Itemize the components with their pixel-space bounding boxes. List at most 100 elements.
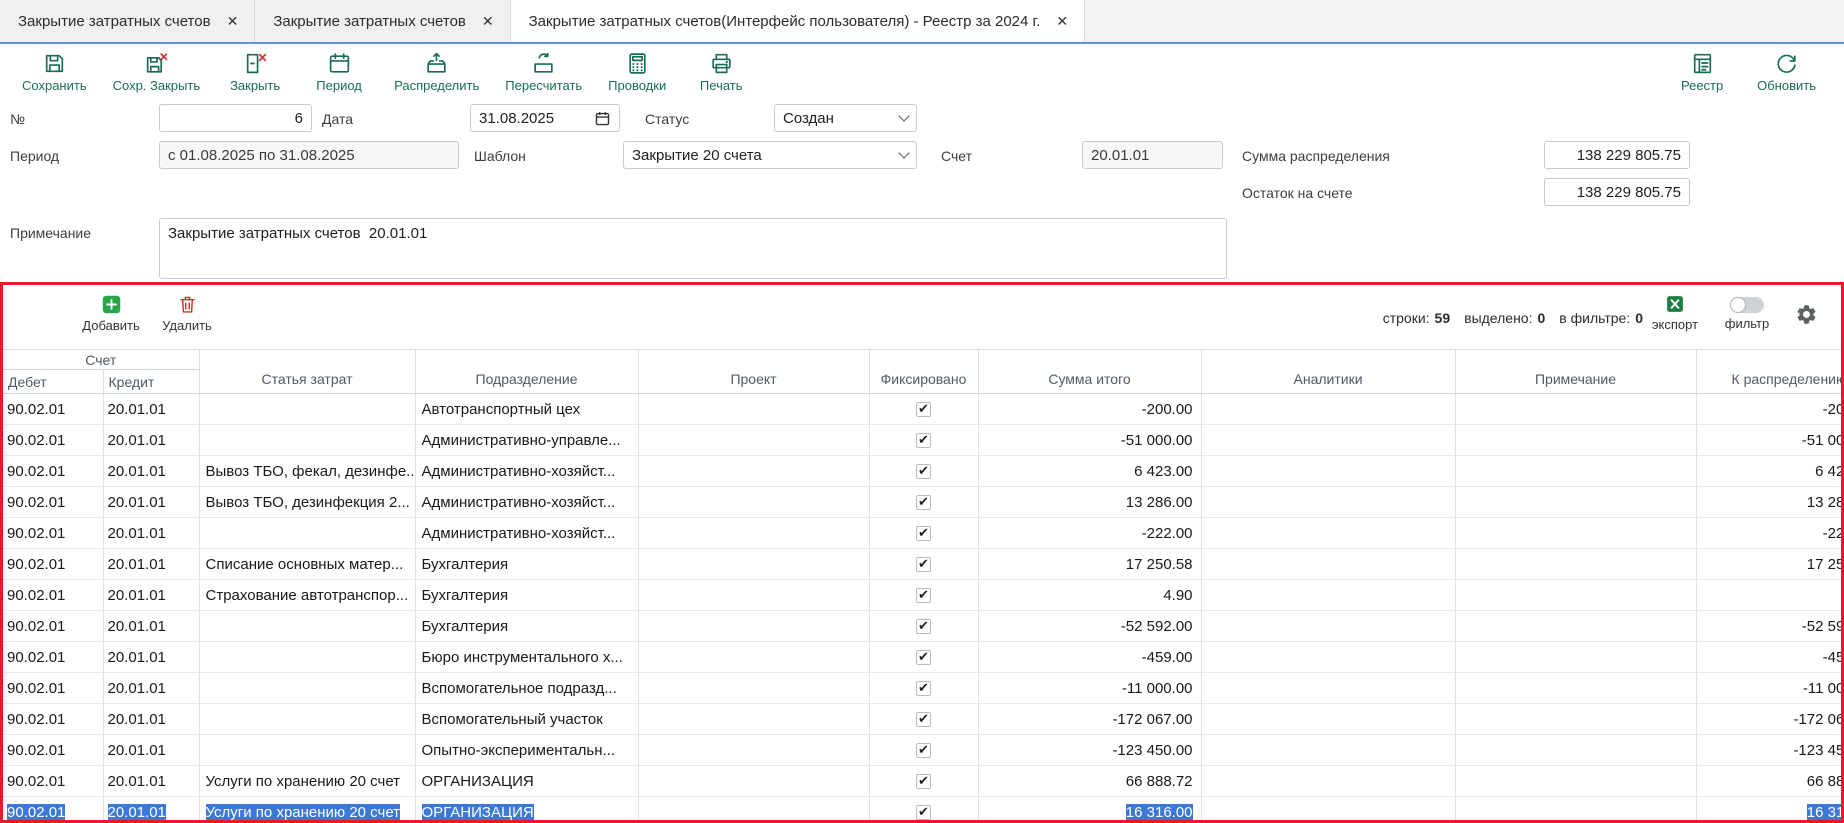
cell-project[interactable] xyxy=(638,487,869,518)
table-row[interactable]: 90.02.01 20.01.01 Бухгалтерия -52 592.00… xyxy=(3,611,1841,642)
cell-credit[interactable]: 20.01.01 xyxy=(103,766,199,797)
cell-note[interactable] xyxy=(1455,611,1696,642)
cell-debit[interactable]: 90.02.01 xyxy=(3,766,103,797)
table-row[interactable]: 90.02.01 20.01.01 Страхование автотрансп… xyxy=(3,580,1841,611)
cell-to-distribute[interactable]: 6 423.00 xyxy=(1696,456,1841,487)
calendar-icon[interactable] xyxy=(594,110,611,127)
cell-analytics[interactable] xyxy=(1201,797,1455,821)
fixed-checkbox[interactable] xyxy=(916,433,931,448)
cell-debit[interactable]: 90.02.01 xyxy=(3,642,103,673)
cell-cost-item[interactable] xyxy=(199,394,415,425)
close-icon[interactable]: ✕ xyxy=(227,14,239,28)
cell-fixed[interactable] xyxy=(869,611,978,642)
table-row[interactable]: 90.02.01 20.01.01 Вспомогательный участо… xyxy=(3,704,1841,735)
distribution-sum-input[interactable] xyxy=(1544,141,1690,169)
cell-project[interactable] xyxy=(638,580,869,611)
cell-department[interactable]: Опытно-экспериментальн... xyxy=(415,735,638,766)
cell-note[interactable] xyxy=(1455,704,1696,735)
cell-analytics[interactable] xyxy=(1201,673,1455,704)
cell-credit[interactable]: 20.01.01 xyxy=(103,518,199,549)
table-row[interactable]: 90.02.01 20.01.01 Административно-хозяйс… xyxy=(3,518,1841,549)
cell-analytics[interactable] xyxy=(1201,549,1455,580)
table-row[interactable]: 90.02.01 20.01.01 Вывоз ТБО, дезинфекция… xyxy=(3,487,1841,518)
cell-total[interactable]: -459.00 xyxy=(978,642,1201,673)
cell-fixed[interactable] xyxy=(869,580,978,611)
close-icon[interactable]: ✕ xyxy=(482,14,494,28)
delete-row-button[interactable]: Удалить xyxy=(155,294,219,333)
refresh-button[interactable]: Обновить xyxy=(1757,51,1816,93)
cell-department[interactable]: Бюро инструментального х... xyxy=(415,642,638,673)
cell-credit[interactable]: 20.01.01 xyxy=(103,549,199,580)
cell-total[interactable]: -52 592.00 xyxy=(978,611,1201,642)
cell-total[interactable]: 6 423.00 xyxy=(978,456,1201,487)
cell-analytics[interactable] xyxy=(1201,518,1455,549)
cell-department[interactable]: ОРГАНИЗАЦИЯ xyxy=(415,766,638,797)
cell-to-distribute[interactable]: -51 000.00 xyxy=(1696,425,1841,456)
cell-to-distribute[interactable]: -52 592.00 xyxy=(1696,611,1841,642)
table-row[interactable]: 90.02.01 20.01.01 Автотранспортный цех -… xyxy=(3,394,1841,425)
cell-department[interactable]: Автотранспортный цех xyxy=(415,394,638,425)
table-row[interactable]: 90.02.01 20.01.01 Вспомогательное подраз… xyxy=(3,673,1841,704)
cell-credit[interactable]: 20.01.01 xyxy=(103,425,199,456)
tab-register-2024[interactable]: Закрытие затратных счетов(Интерфейс поль… xyxy=(511,0,1085,42)
cell-analytics[interactable] xyxy=(1201,487,1455,518)
cell-note[interactable] xyxy=(1455,518,1696,549)
cell-department[interactable]: Бухгалтерия xyxy=(415,580,638,611)
cell-to-distribute[interactable]: 66 888.72 xyxy=(1696,766,1841,797)
column-header-to-distribute[interactable]: К распределению xyxy=(1696,350,1841,394)
cell-total[interactable]: -200.00 xyxy=(978,394,1201,425)
distribute-button[interactable]: Распределить xyxy=(394,51,479,93)
fixed-checkbox[interactable] xyxy=(916,588,931,603)
cell-fixed[interactable] xyxy=(869,704,978,735)
cell-cost-item[interactable] xyxy=(199,611,415,642)
cell-to-distribute[interactable]: -200.00 xyxy=(1696,394,1841,425)
cell-note[interactable] xyxy=(1455,580,1696,611)
cell-cost-item[interactable] xyxy=(199,425,415,456)
cell-note[interactable] xyxy=(1455,425,1696,456)
cell-project[interactable] xyxy=(638,456,869,487)
cell-note[interactable] xyxy=(1455,766,1696,797)
cell-analytics[interactable] xyxy=(1201,611,1455,642)
cell-cost-item[interactable]: Вывоз ТБО, дезинфекция 2... xyxy=(199,487,415,518)
fixed-checkbox[interactable] xyxy=(916,712,931,727)
cell-project[interactable] xyxy=(638,642,869,673)
cell-cost-item[interactable] xyxy=(199,518,415,549)
fixed-checkbox[interactable] xyxy=(916,464,931,479)
cell-cost-item[interactable] xyxy=(199,673,415,704)
column-header-analytics[interactable]: Аналитики xyxy=(1201,350,1455,394)
column-header-cost-item[interactable]: Статья затрат xyxy=(199,350,415,394)
cell-credit[interactable]: 20.01.01 xyxy=(103,673,199,704)
filter-toggle[interactable]: фильтр xyxy=(1719,297,1775,331)
cell-project[interactable] xyxy=(638,518,869,549)
cell-project[interactable] xyxy=(638,611,869,642)
cell-cost-item[interactable]: Вывоз ТБО, фекал, дезинфе... xyxy=(199,456,415,487)
cell-analytics[interactable] xyxy=(1201,394,1455,425)
fixed-checkbox[interactable] xyxy=(916,495,931,510)
cell-analytics[interactable] xyxy=(1201,425,1455,456)
fixed-checkbox[interactable] xyxy=(916,619,931,634)
close-icon[interactable]: ✕ xyxy=(1056,14,1068,28)
close-button[interactable]: Закрыть xyxy=(226,51,284,93)
cell-analytics[interactable] xyxy=(1201,642,1455,673)
cell-cost-item[interactable] xyxy=(199,642,415,673)
cell-cost-item[interactable]: Списание основных матер... xyxy=(199,549,415,580)
cell-cost-item[interactable]: Услуги по хранению 20 счет xyxy=(199,797,415,821)
toggle-switch-icon[interactable] xyxy=(1730,297,1764,313)
registry-button[interactable]: Реестр xyxy=(1673,51,1731,93)
cell-fixed[interactable] xyxy=(869,673,978,704)
cell-fixed[interactable] xyxy=(869,425,978,456)
cell-note[interactable] xyxy=(1455,642,1696,673)
column-header-debit[interactable]: Дебет xyxy=(3,370,103,394)
cell-to-distribute[interactable]: -459.00 xyxy=(1696,642,1841,673)
cell-note[interactable] xyxy=(1455,797,1696,821)
recalculate-button[interactable]: Пересчитать xyxy=(505,51,582,93)
cell-cost-item[interactable]: Услуги по хранению 20 счет xyxy=(199,766,415,797)
cell-fixed[interactable] xyxy=(869,735,978,766)
cell-department[interactable]: Вспомогательное подразд... xyxy=(415,673,638,704)
cell-analytics[interactable] xyxy=(1201,704,1455,735)
table-row[interactable]: 90.02.01 20.01.01 Услуги по хранению 20 … xyxy=(3,766,1841,797)
cell-project[interactable] xyxy=(638,673,869,704)
fixed-checkbox[interactable] xyxy=(916,774,931,789)
cell-to-distribute[interactable]: -222.00 xyxy=(1696,518,1841,549)
cell-to-distribute[interactable]: 16 316.00 xyxy=(1696,797,1841,821)
